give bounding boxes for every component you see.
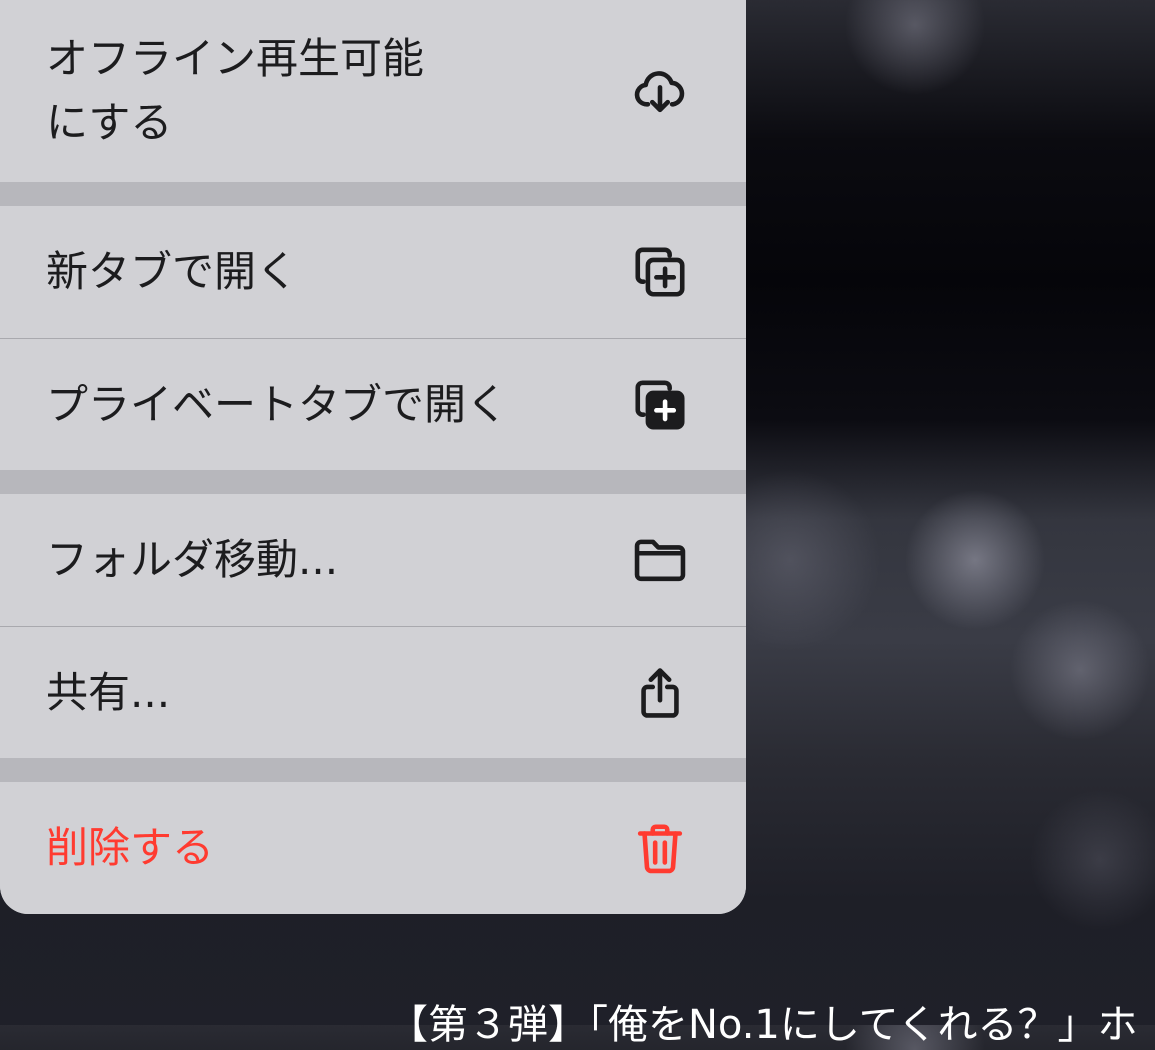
menu-item-share[interactable]: 共有...	[0, 626, 746, 758]
menu-item-delete[interactable]: 削除する	[0, 782, 746, 914]
share-icon	[630, 663, 690, 723]
menu-item-move-folder-label: フォルダ移動...	[46, 535, 339, 584]
new-tab-icon	[630, 242, 690, 302]
menu-item-offline-label: オフライン再生可能 にする	[46, 34, 425, 147]
menu-item-move-folder[interactable]: フォルダ移動...	[0, 494, 746, 626]
trash-icon	[630, 818, 690, 878]
private-tab-icon	[630, 375, 690, 435]
context-menu: オフライン再生可能 にする 新タブで開く プライベートタブで開く フォルダ移動.…	[0, 0, 746, 914]
menu-item-delete-label: 削除する	[46, 823, 215, 872]
menu-item-offline[interactable]: オフライン再生可能 にする	[0, 0, 746, 182]
menu-item-new-tab[interactable]: 新タブで開く	[0, 206, 746, 338]
menu-item-share-label: 共有...	[46, 667, 171, 717]
menu-separator	[0, 758, 746, 782]
cloud-download-icon	[630, 61, 690, 121]
background-video-title: 【第３弾】「俺をNo.1にしてくれる？」ホ	[388, 1002, 1138, 1048]
menu-separator	[0, 470, 746, 494]
menu-separator	[0, 182, 746, 206]
menu-item-new-tab-label: 新タブで開く	[46, 247, 299, 296]
menu-item-private-tab-label: プライベートタブで開く	[46, 379, 509, 429]
folder-icon	[630, 530, 690, 590]
menu-item-private-tab[interactable]: プライベートタブで開く	[0, 338, 746, 470]
